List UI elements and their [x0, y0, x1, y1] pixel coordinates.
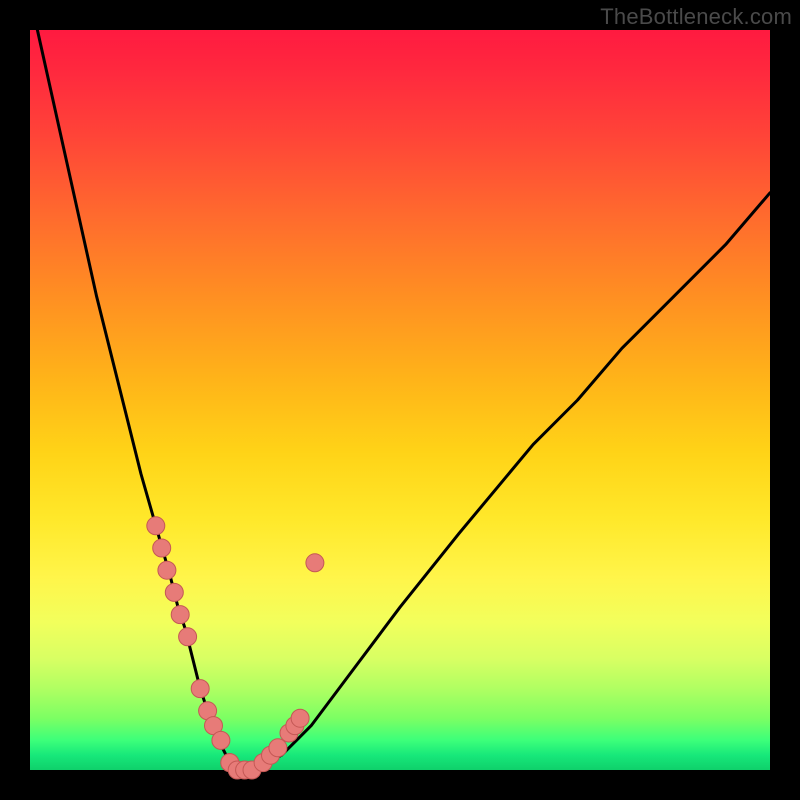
data-marker — [269, 739, 287, 757]
data-marker — [212, 731, 230, 749]
data-marker — [191, 680, 209, 698]
data-marker — [147, 517, 165, 535]
data-marker — [158, 561, 176, 579]
data-marker — [171, 606, 189, 624]
data-marker — [179, 628, 197, 646]
data-marker — [153, 539, 171, 557]
data-marker — [291, 709, 309, 727]
data-marker — [165, 583, 183, 601]
bottleneck-curve — [30, 30, 770, 770]
data-marker — [306, 554, 324, 572]
plot-area — [30, 30, 770, 770]
watermark-text: TheBottleneck.com — [600, 4, 792, 30]
chart-frame: TheBottleneck.com — [0, 0, 800, 800]
curve-path — [37, 30, 770, 770]
